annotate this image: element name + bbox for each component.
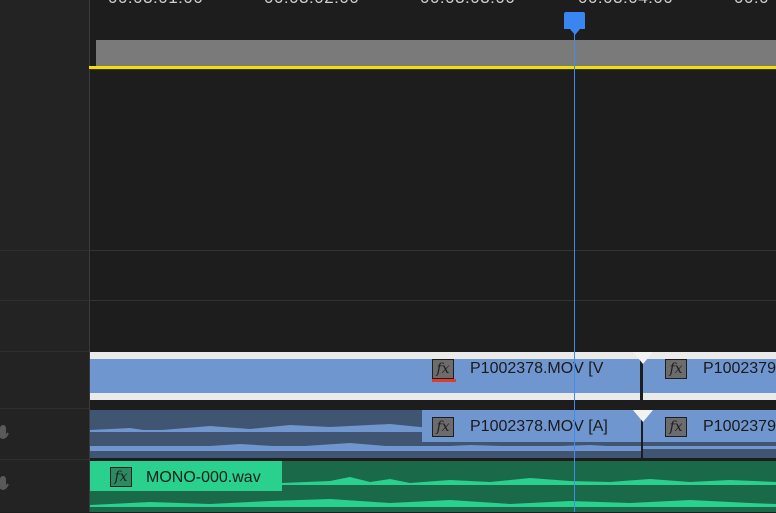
- empty-track-area[interactable]: [90, 69, 776, 251]
- ruler-timecode: 00:03:02:00: [264, 0, 359, 8]
- clip-name: MONO-000.wav: [146, 469, 261, 486]
- track-lane-v3[interactable]: [90, 250, 776, 301]
- ruler-timecode: 00:03:03:00: [420, 0, 515, 8]
- transition-icon[interactable]: [633, 352, 653, 364]
- transition-icon[interactable]: [633, 410, 653, 422]
- ruler-timecode: 00:03:04:00: [578, 0, 673, 8]
- time-ruler[interactable]: 00:03:01:00 00:03:02:00 00:03:03:00 00:0…: [90, 0, 776, 40]
- track-divider: [90, 458, 776, 461]
- audio-clip[interactable]: fx P10023795: [643, 410, 776, 458]
- track-header-v2[interactable]: [0, 250, 89, 301]
- clip-name: P1002378.MOV [V: [470, 360, 604, 377]
- clip-name: P1002378.MOV [A]: [470, 418, 608, 435]
- track-header-v1-upper[interactable]: [0, 300, 89, 351]
- ruler-timecode: 00:03:01:00: [108, 0, 203, 8]
- playhead-line[interactable]: [574, 28, 575, 512]
- video-clip[interactable]: fx P10023795: [643, 352, 776, 400]
- fx-badge-icon[interactable]: fx: [432, 417, 454, 437]
- fx-badge-icon[interactable]: fx: [110, 467, 132, 487]
- audio-clip[interactable]: fx P1002378.MOV [A]: [90, 410, 641, 458]
- playhead-icon[interactable]: [564, 12, 585, 29]
- ruler-timecode: 00:0: [734, 0, 769, 8]
- playhead-tip: [570, 29, 580, 35]
- track-header-audio-2[interactable]: [0, 459, 89, 513]
- clip-name: P10023795: [703, 418, 776, 435]
- track-header-video[interactable]: [0, 351, 89, 407]
- clip-name: P10023795: [703, 360, 776, 377]
- track-divider: [90, 406, 776, 409]
- fx-badge-icon[interactable]: fx: [665, 359, 687, 379]
- track-header-audio-1[interactable]: [0, 408, 89, 459]
- microphone-icon[interactable]: [0, 423, 10, 445]
- video-clip[interactable]: fx P1002378.MOV [V: [90, 352, 640, 400]
- track-lane-v2[interactable]: [90, 300, 776, 352]
- microphone-icon[interactable]: [0, 474, 10, 496]
- fx-badge-icon[interactable]: fx: [432, 359, 454, 379]
- track-headers: [0, 0, 89, 512]
- audio-clip-mono[interactable]: fx MONO-000.wav: [90, 461, 776, 512]
- work-area-bar[interactable]: [96, 40, 776, 67]
- fx-badge-icon[interactable]: fx: [665, 417, 687, 437]
- fx-active-indicator: [432, 379, 456, 382]
